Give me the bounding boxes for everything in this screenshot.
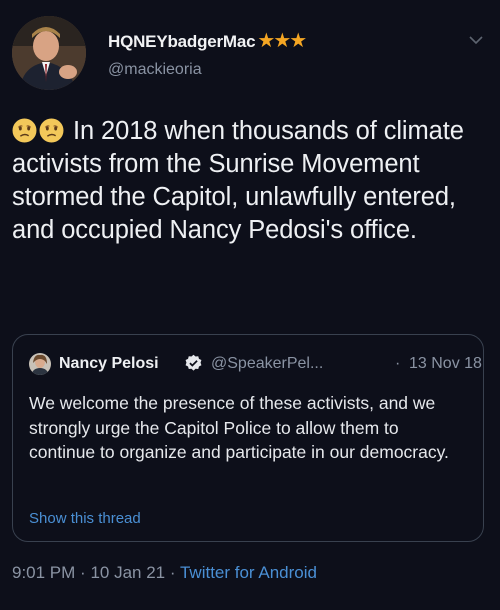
- tweet-body: In 2018 when thousands of climate activi…: [12, 117, 464, 244]
- tweet-date[interactable]: 10 Jan 21: [90, 563, 165, 582]
- chevron-down-icon[interactable]: [468, 32, 484, 48]
- author-avatar[interactable]: [12, 16, 86, 90]
- tweet-text: In 2018 when thousands of climate activi…: [12, 115, 488, 247]
- dot-separator: ·: [80, 563, 86, 582]
- quoted-tweet-card[interactable]: Nancy Pelosi @SpeakerPel... · 13 Nov 18 …: [12, 334, 484, 542]
- quoted-tweet-date[interactable]: 13 Nov 18: [409, 355, 482, 373]
- quoted-author-handle[interactable]: @SpeakerPel...: [211, 355, 323, 373]
- author-display-name[interactable]: HQNEYbadgerMac: [108, 32, 256, 51]
- tweet-source-link[interactable]: Twitter for Android: [180, 563, 317, 582]
- show-thread-link[interactable]: Show this thread: [29, 510, 141, 527]
- dot-separator: ·: [395, 355, 401, 372]
- confused-face-emoji-icon: [39, 118, 64, 143]
- quoted-tweet-header: Nancy Pelosi @SpeakerPel... · 13 Nov 18: [29, 351, 482, 377]
- quoted-tweet-text: We welcome the presence of these activis…: [29, 393, 449, 462]
- quoted-author-name[interactable]: Nancy Pelosi: [59, 355, 159, 373]
- tweet-time[interactable]: 9:01 PM: [12, 563, 75, 582]
- stars-badge: ★★★: [257, 30, 307, 52]
- quoted-author-avatar[interactable]: [29, 353, 51, 375]
- confused-face-emoji-icon: [12, 118, 37, 143]
- author-handle[interactable]: @mackieoria: [108, 61, 305, 79]
- verified-badge-icon: [185, 354, 202, 371]
- tweet-header: HQNEYbadgerMac ★★★ @mackieoria: [12, 14, 488, 94]
- tweet-meta: 9:01 PM · 10 Jan 21 · Twitter for Androi…: [12, 563, 317, 583]
- dot-separator: ·: [169, 563, 176, 582]
